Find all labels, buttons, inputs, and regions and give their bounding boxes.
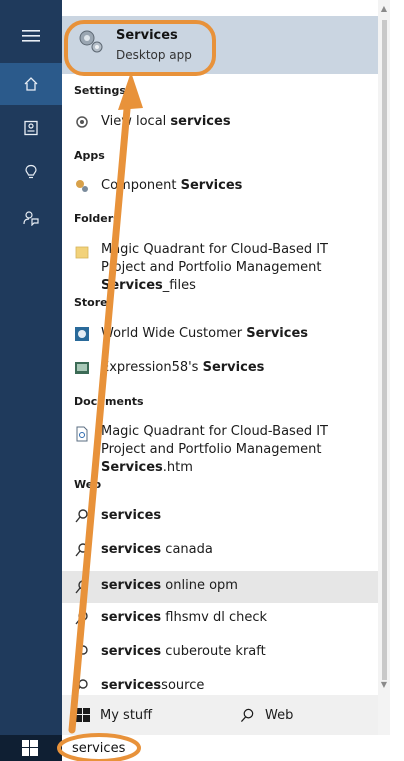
search-icon [75, 645, 88, 659]
section-header-apps: Apps [74, 149, 105, 162]
folder-icon [75, 246, 89, 259]
search-query: services [72, 741, 126, 756]
section-header-web: Web [74, 478, 102, 491]
result-expression58-services[interactable]: Expression58's Services [62, 356, 378, 382]
my-stuff-label: My stuff [100, 707, 153, 723]
web-scope-label: Web [265, 707, 294, 723]
component-services-icon [76, 180, 88, 192]
best-match-services[interactable]: Services Desktop app [62, 16, 378, 74]
notebook-button[interactable] [0, 107, 62, 149]
feedback-button[interactable] [0, 197, 62, 239]
lightbulb-button[interactable] [0, 151, 62, 193]
search-icon [75, 611, 88, 625]
cortana-sidebar [0, 0, 62, 735]
store-app-icon [75, 327, 89, 341]
search-results-panel: Services Desktop app Settings View local… [62, 0, 378, 735]
search-icon [75, 543, 88, 557]
notebook-icon [24, 120, 38, 136]
search-icon [75, 509, 88, 523]
store-app-icon [75, 362, 89, 374]
result-world-wide-customer-services[interactable]: World Wide Customer Services [62, 322, 378, 348]
result-view-local-services[interactable]: View local services [62, 110, 378, 136]
settings-gear-icon [76, 116, 88, 128]
results-scrollbar[interactable]: ▲ ▼ [378, 0, 390, 735]
scrollbar-thumb[interactable] [382, 20, 387, 680]
scroll-down-icon[interactable]: ▼ [378, 680, 390, 694]
section-header-settings: Settings [74, 84, 126, 97]
result-document-magic-quadrant[interactable]: Magic Quadrant for Cloud-Based IT Projec… [62, 422, 378, 475]
section-header-store: Store [74, 296, 108, 309]
web-suggestion[interactable]: services online opm [62, 571, 378, 603]
hamburger-icon [22, 30, 40, 42]
web-scope-button[interactable]: Web [240, 695, 293, 735]
web-suggestion[interactable]: services cuberoute kraft [62, 640, 378, 666]
home-button[interactable] [0, 63, 62, 105]
best-match-subtitle: Desktop app [116, 48, 192, 62]
scroll-up-icon[interactable]: ▲ [378, 4, 390, 18]
section-header-documents: Documents [74, 395, 144, 408]
search-scope-bar: My stuff Web [62, 695, 378, 735]
home-icon [24, 77, 38, 91]
result-component-services[interactable]: Component Services [62, 174, 378, 200]
web-suggestion[interactable]: services canada [62, 538, 378, 564]
hamburger-menu-button[interactable] [0, 15, 62, 57]
web-suggestion[interactable]: services flhsmv dl check [62, 606, 378, 632]
services-gear-icon [79, 30, 103, 53]
feedback-icon [23, 211, 39, 226]
best-match-title: Services [116, 28, 178, 43]
web-suggestion[interactable]: services [62, 504, 378, 530]
my-stuff-button[interactable]: My stuff [76, 695, 152, 735]
result-folder-magic-quadrant[interactable]: Magic Quadrant for Cloud-Based IT Projec… [62, 240, 378, 293]
document-icon [76, 426, 88, 442]
taskbar-search-box[interactable]: services [62, 735, 404, 761]
search-icon [75, 580, 88, 594]
windows-logo-icon [22, 740, 38, 756]
windows-icon [76, 708, 90, 722]
section-header-folders: Folders [74, 212, 120, 225]
search-icon [240, 708, 254, 722]
start-button[interactable] [22, 740, 38, 760]
search-icon [75, 679, 88, 693]
lightbulb-icon [25, 164, 37, 179]
